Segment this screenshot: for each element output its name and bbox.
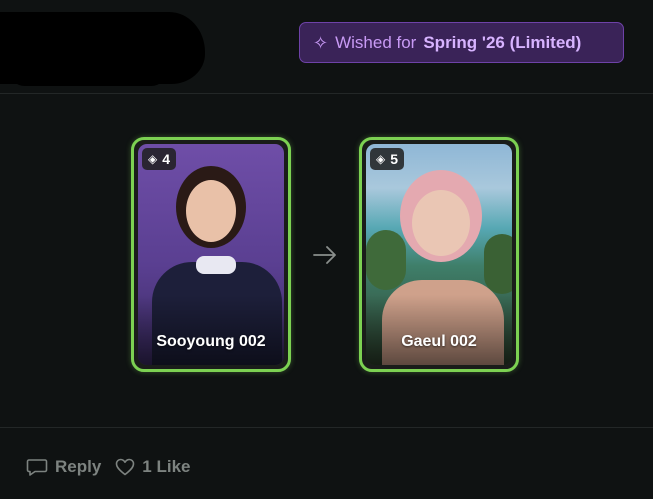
- post-header: ✧ Wished for Spring '26 (Limited): [0, 0, 653, 93]
- card-level: 4: [162, 151, 171, 167]
- reply-icon: [26, 459, 48, 476]
- card-name: Gaeul 002: [401, 333, 477, 350]
- requested-card[interactable]: ◈ 5 Gaeul 002: [359, 137, 519, 372]
- heart-icon: [115, 458, 135, 476]
- gem-icon: ◈: [148, 152, 158, 166]
- offered-card[interactable]: ◈ 4 Sooyoung 002: [131, 137, 291, 372]
- sparkle-icon: ✧: [313, 32, 329, 53]
- card-photo: [366, 144, 512, 365]
- gem-icon: ◈: [376, 152, 386, 166]
- post-actions: Reply 1 Like: [26, 455, 191, 479]
- top-divider: [0, 93, 653, 94]
- wish-badge: ✧ Wished for Spring '26 (Limited): [299, 22, 624, 63]
- like-button[interactable]: 1 Like: [115, 457, 191, 477]
- bottom-divider: [0, 427, 653, 428]
- card-name: Sooyoung 002: [156, 333, 266, 350]
- redacted-username: [0, 12, 205, 86]
- arrow-right-icon: [313, 246, 336, 264]
- wish-prefix: Wished for: [335, 32, 417, 52]
- card-level-badge: ◈ 5: [370, 148, 405, 170]
- reply-button[interactable]: Reply: [26, 457, 101, 477]
- card-level: 5: [390, 151, 399, 167]
- like-label: 1 Like: [142, 457, 191, 476]
- reply-label: Reply: [55, 457, 102, 476]
- card-photo: [138, 144, 284, 365]
- card-level-badge: ◈ 4: [142, 148, 177, 170]
- wish-season: Spring '26 (Limited): [423, 32, 582, 52]
